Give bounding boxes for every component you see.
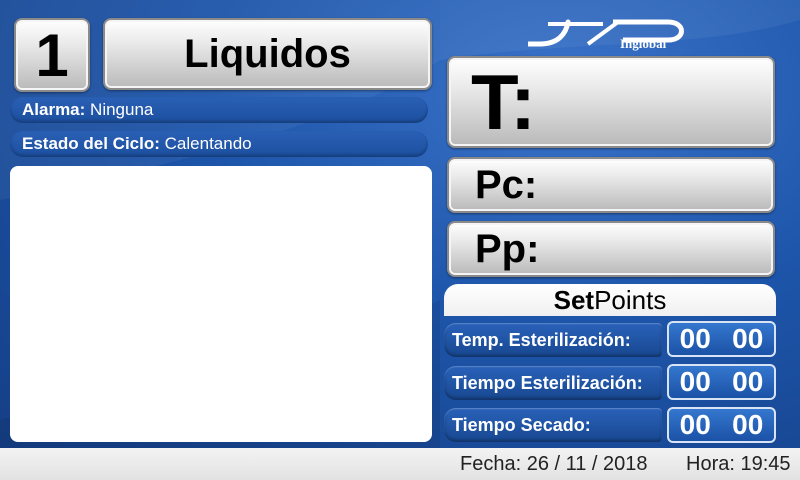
setpoint-label-sterilization-time: Tiempo Esterilización: — [444, 366, 662, 400]
cycle-state-value: Calentando — [164, 134, 252, 153]
brand-name: Inglobal — [620, 36, 667, 51]
setpoint-value-b: 00 — [732, 323, 764, 354]
chamber-pressure-reading: Pc: — [447, 157, 775, 213]
setpoint-value-b: 00 — [732, 366, 764, 397]
setpoint-label-sterilization-temp: Temp. Esterilización: — [444, 323, 662, 357]
jacket-pressure-label: Pp: — [475, 226, 540, 271]
setpoint-value-a: 00 — [679, 409, 711, 440]
cycle-state-bar: Estado del Ciclo: Calentando — [10, 131, 428, 157]
temperature-label: T: — [471, 57, 536, 146]
setpoint-value-a: 00 — [679, 366, 711, 397]
graph-panel — [10, 166, 432, 442]
chamber-pressure-label: Pc: — [475, 162, 538, 207]
cycle-number: 1 — [35, 21, 69, 89]
alarm-bar: Alarma: Ninguna — [10, 97, 428, 123]
date-display: Fecha: 26 / 11 / 2018 — [460, 453, 648, 475]
setpoints-title-regular: Points — [594, 285, 667, 315]
setpoints-title-bold: Set — [553, 285, 595, 315]
cycle-state-label: Estado del Ciclo: — [22, 134, 160, 153]
setpoint-value-drying-time[interactable]: 00 00 — [667, 407, 776, 443]
alarm-value: Ninguna — [90, 100, 154, 119]
inglobal-logo — [528, 19, 684, 47]
setpoint-label-drying-time: Tiempo Secado: — [444, 408, 662, 442]
setpoint-value-sterilization-time[interactable]: 00 00 — [667, 364, 776, 400]
time-display: Hora: 19:45 — [686, 453, 791, 475]
alarm-label: Alarma: — [22, 100, 86, 119]
temperature-reading: T: — [447, 56, 775, 148]
setpoint-value-sterilization-temp[interactable]: 00 00 — [667, 321, 776, 357]
program-title-box[interactable]: Liquidos — [103, 18, 432, 90]
setpoint-value-a: 00 — [679, 323, 711, 354]
cycle-number-box: 1 — [14, 18, 90, 92]
setpoints-header: SetPoints — [444, 284, 776, 316]
program-title: Liquidos — [184, 31, 351, 76]
status-footer: Fecha: 26 / 11 / 2018 Hora: 19:45 — [0, 448, 800, 480]
setpoint-value-b: 00 — [732, 409, 764, 440]
jacket-pressure-reading: Pp: — [447, 221, 775, 277]
